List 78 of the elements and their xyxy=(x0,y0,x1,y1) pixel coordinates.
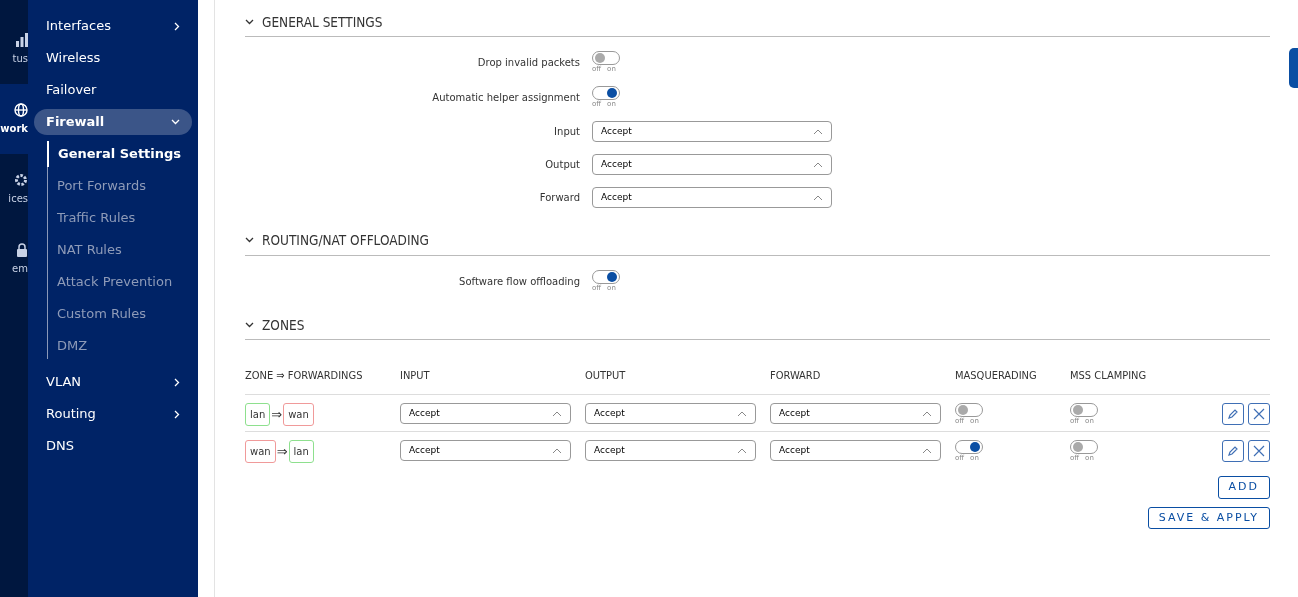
column-header: MSS CLAMPING xyxy=(1070,353,1210,395)
sidebar-item[interactable]: Firewall xyxy=(34,109,192,135)
arrow-text: ⇒ xyxy=(276,443,288,461)
column-header: INPUT xyxy=(400,353,585,395)
field-label: Output xyxy=(544,158,581,173)
column-header: ZONE ⇒ FORWARDINGS xyxy=(245,353,400,395)
sidebar-item[interactable]: VLAN xyxy=(34,369,192,395)
rail-item[interactable]: em xyxy=(0,224,28,294)
select-field[interactable]: Accept xyxy=(400,440,571,462)
zone-tag: lan xyxy=(245,403,271,427)
toggle-switch[interactable] xyxy=(592,86,620,101)
chevron-up-icon xyxy=(813,161,823,168)
chevron-up-icon xyxy=(813,194,823,201)
select-field[interactable]: Accept xyxy=(770,403,941,425)
column-header: MASQUERADING xyxy=(955,353,1070,395)
column-header: FORWARD xyxy=(770,353,955,395)
rail-item[interactable]: tus xyxy=(0,14,28,84)
select-field[interactable]: Accept xyxy=(592,154,832,176)
rail-item[interactable]: ices xyxy=(0,154,28,224)
select-field[interactable]: Accept xyxy=(400,403,571,425)
chevron-up-icon xyxy=(737,447,747,454)
chevron-up-icon xyxy=(813,128,823,135)
chevron-up-icon xyxy=(922,410,932,417)
chevron-up-icon xyxy=(552,447,562,454)
sidebar-subitem[interactable]: Attack Prevention xyxy=(48,269,192,295)
section-title: ZONES xyxy=(262,315,305,335)
field-label: Automatic helper assignment xyxy=(431,91,581,106)
select-field[interactable]: Accept xyxy=(585,440,756,462)
toggle-switch[interactable] xyxy=(592,51,620,66)
rail-item[interactable]: work xyxy=(0,84,28,154)
select-field[interactable]: Accept xyxy=(585,403,756,425)
field-label: Forward xyxy=(538,191,581,206)
zone-tag: lan xyxy=(288,440,314,464)
arrow-text: ⇒ xyxy=(271,406,283,424)
sidebar-subitem[interactable]: General Settings xyxy=(47,141,192,167)
toggle-switch[interactable] xyxy=(1070,440,1098,455)
field-label: Software flow offloading xyxy=(458,274,581,289)
toggle-switch[interactable] xyxy=(955,403,983,418)
chevron-up-icon xyxy=(922,447,932,454)
sidebar-subitem[interactable]: DMZ xyxy=(48,333,192,359)
edit-button[interactable] xyxy=(1222,440,1244,463)
close-icon xyxy=(1253,408,1265,421)
sidebar-item[interactable]: Failover xyxy=(34,77,192,103)
section-title: ROUTING/NAT OFFLOADING xyxy=(262,231,429,251)
select-field[interactable]: Accept xyxy=(770,440,941,462)
toggle-switch[interactable] xyxy=(955,440,983,455)
sidebar-item[interactable]: Wireless xyxy=(34,45,192,71)
zone-tag: wan xyxy=(245,440,276,464)
chevron-up-icon xyxy=(552,410,562,417)
toggle-switch[interactable] xyxy=(592,269,620,284)
pencil-icon xyxy=(1227,445,1239,458)
sidebar-subitem[interactable]: Traffic Rules xyxy=(48,205,192,231)
field-label: Drop invalid packets xyxy=(476,56,581,71)
pencil-icon xyxy=(1227,408,1239,421)
sidebar-item[interactable]: Routing xyxy=(34,401,192,427)
field-label: Input xyxy=(553,125,581,140)
close-icon xyxy=(1253,445,1265,458)
save-apply-button[interactable]: SAVE & APPLY xyxy=(1147,506,1270,530)
section-title: GENERAL SETTINGS xyxy=(262,13,383,32)
select-field[interactable]: Accept xyxy=(592,121,832,143)
delete-button[interactable] xyxy=(1248,440,1270,463)
select-field[interactable]: Accept xyxy=(592,187,832,209)
add-button[interactable]: ADD xyxy=(1217,476,1270,499)
side-tab[interactable] xyxy=(1289,48,1298,88)
chevron-up-icon xyxy=(737,410,747,417)
sidebar-subitem[interactable]: Custom Rules xyxy=(48,301,192,327)
chevron-down-icon[interactable] xyxy=(245,19,254,26)
chevron-down-icon[interactable] xyxy=(245,237,254,244)
sidebar-item[interactable]: DNS xyxy=(34,433,192,459)
sidebar-subitem[interactable]: NAT Rules xyxy=(48,237,192,263)
edit-button[interactable] xyxy=(1222,403,1244,426)
zone-tag: wan xyxy=(283,403,314,427)
toggle-switch[interactable] xyxy=(1070,403,1098,418)
chevron-down-icon[interactable] xyxy=(245,321,254,328)
sidebar-item[interactable]: Interfaces xyxy=(34,13,192,39)
delete-button[interactable] xyxy=(1248,403,1270,426)
column-header: OUTPUT xyxy=(585,353,770,395)
sidebar-subitem[interactable]: Port Forwards xyxy=(48,173,192,199)
